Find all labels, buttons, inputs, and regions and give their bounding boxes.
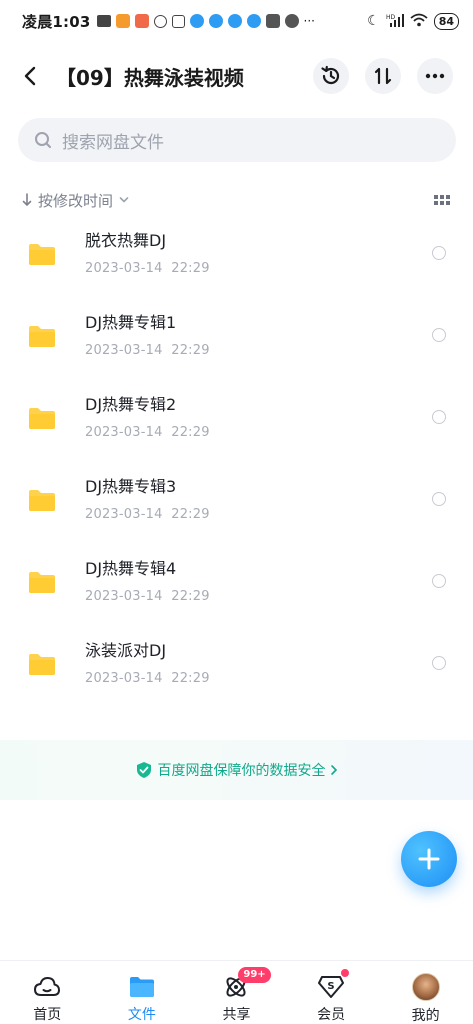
cloud-icon [34,976,61,996]
list-item[interactable]: DJ热舞专辑4 2023-03-14 22:29 [0,546,473,628]
notification-badge: 99+ [238,967,271,983]
transfer-button[interactable] [365,58,401,94]
tab-files[interactable]: 文件 [95,961,190,1024]
search-placeholder: 搜索网盘文件 [62,132,164,153]
select-checkbox[interactable] [432,656,446,670]
select-checkbox[interactable] [432,410,446,424]
search-icon [35,132,51,148]
more-button[interactable] [417,58,453,94]
tab-label: 我的 [411,1008,440,1024]
status-bar: 凌晨1:03 ··· ☾ HD 84 [0,0,473,42]
moon-icon: ☾ [367,13,380,29]
app-icon-orange [115,14,130,28]
cloud-app-icon [227,14,242,28]
back-arrow-icon [24,66,36,86]
file-date: 2023-03-14 22:29 [85,589,210,604]
wifi-icon [410,13,428,30]
tab-label: 共享 [222,1007,251,1023]
more-dots-icon [425,73,445,79]
shield-icon [136,762,151,778]
tab-label: 会员 [317,1007,346,1023]
battery-indicator: 84 [433,12,459,30]
sort-option-button[interactable]: 按修改时间 [38,190,113,211]
status-time: 凌晨1:03 [22,12,91,31]
file-name: DJ热舞专辑3 [85,477,177,496]
folder-icon [29,572,55,593]
alarm-icon [153,14,167,28]
page-title: 【09】热舞泳装视频 [56,65,244,90]
avatar-icon [411,973,440,1001]
cloud-app-icon [189,14,204,28]
folder-icon [129,976,154,997]
file-name: 泳装派对DJ [85,641,167,660]
file-date: 2023-03-14 22:29 [85,507,210,522]
tab-label: 首页 [33,1007,62,1023]
search-input[interactable]: 搜索网盘文件 [18,118,456,162]
plus-icon [418,848,440,870]
file-name: DJ热舞专辑2 [85,395,177,414]
folder-icon [29,654,55,675]
chevron-right-icon [330,765,337,775]
list-item[interactable]: 脱衣热舞DJ 2023-03-14 22:29 [0,218,473,300]
notification-dot [340,969,349,977]
app-icon-gray [265,14,280,28]
select-checkbox[interactable] [432,574,446,588]
sort-bar: 按修改时间 [22,186,450,214]
svg-text:S: S [327,981,334,992]
signal-icon: HD [386,13,404,30]
baidu-icon [171,14,185,28]
grid-view-icon[interactable] [434,195,450,205]
file-name: DJ热舞专辑4 [85,559,177,578]
folder-icon [29,244,55,265]
folder-icon [29,326,55,347]
title-bar: 【09】热舞泳装视频 [0,52,473,100]
back-button[interactable] [6,54,54,98]
safety-text: 百度网盘保障你的数据安全 [157,763,326,779]
transfer-arrows-icon [374,67,392,85]
list-item[interactable]: 泳装派对DJ 2023-03-14 22:29 [0,628,473,710]
tab-vip[interactable]: S 会员 [284,961,379,1024]
file-date: 2023-03-14 22:29 [85,343,210,358]
file-date: 2023-03-14 22:29 [85,261,210,276]
title-actions [313,58,453,94]
folder-icon [29,490,55,511]
select-checkbox[interactable] [432,246,446,260]
chevron-down-icon[interactable] [119,196,129,204]
select-checkbox[interactable] [432,492,446,506]
file-browser-screen: 凌晨1:03 ··· ☾ HD 84 【09】热舞泳装视频 搜索网盘文件 按修改… [0,0,473,1024]
list-item[interactable]: DJ热舞专辑3 2023-03-14 22:29 [0,464,473,546]
message-icon [96,15,111,27]
cloud-app-icon [208,14,223,28]
cloud-app-icon [246,14,261,28]
tab-label: 文件 [127,1007,156,1023]
tab-profile[interactable]: 我的 [378,961,473,1024]
file-name: 脱衣热舞DJ [85,231,167,250]
folder-icon [29,408,55,429]
history-button[interactable] [313,58,349,94]
sort-arrow-icon [22,193,32,206]
add-button[interactable] [401,831,457,887]
system-icons: ☾ HD 84 [367,12,459,30]
vip-icon: S [318,975,345,998]
file-date: 2023-03-14 22:29 [85,425,210,440]
list-item[interactable]: DJ热舞专辑2 2023-03-14 22:29 [0,382,473,464]
file-date: 2023-03-14 22:29 [85,671,210,686]
more-dots-icon: ··· [303,14,315,28]
file-list: 脱衣热舞DJ 2023-03-14 22:29 DJ热舞专辑1 2023-03-… [0,218,473,710]
notification-icons: ··· [96,14,315,28]
tab-home[interactable]: 首页 [0,961,95,1024]
file-name: DJ热舞专辑1 [85,313,177,332]
svg-text:HD: HD [386,14,396,21]
check-icon [284,14,299,28]
list-item[interactable]: DJ热舞专辑1 2023-03-14 22:29 [0,300,473,382]
app-icon-red [134,14,149,28]
select-checkbox[interactable] [432,328,446,342]
history-icon [321,65,340,85]
bottom-tab-bar: 首页 文件 99+ 共享 S 会员 我的 [0,960,473,1024]
tab-share[interactable]: 99+ 共享 [189,961,284,1024]
safety-banner[interactable]: 百度网盘保障你的数据安全 [0,740,473,800]
